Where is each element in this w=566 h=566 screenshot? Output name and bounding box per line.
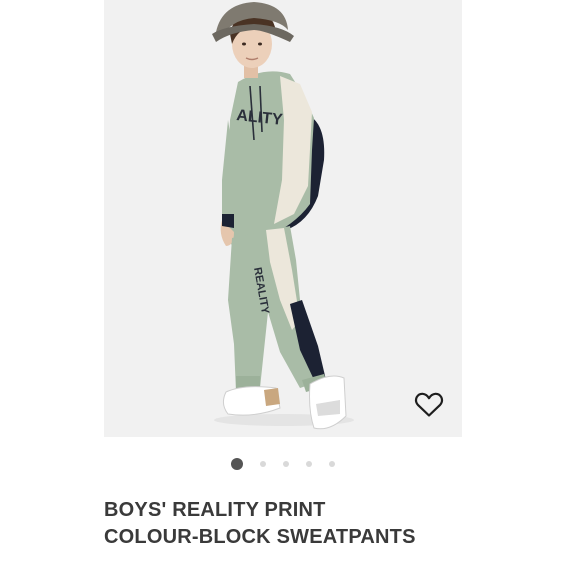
carousel-indicator	[0, 455, 566, 473]
wishlist-button[interactable]	[414, 392, 444, 418]
product-page: ALITY REALITY BOYS' REALITY PRINT COLOUR…	[0, 0, 566, 566]
carousel-dot-2[interactable]	[259, 461, 266, 467]
carousel-dot-5[interactable]	[328, 461, 335, 467]
carousel-dot-1[interactable]	[231, 458, 243, 470]
heart-outline-icon	[414, 392, 444, 417]
carousel-dot-3[interactable]	[282, 461, 289, 467]
product-title-line-1: BOYS' REALITY PRINT	[104, 499, 326, 521]
carousel-dot-4[interactable]	[305, 461, 312, 467]
product-photo: ALITY REALITY	[104, 0, 462, 437]
product-title-line-2: COLOUR-BLOCK SWEATPANTS	[104, 526, 416, 548]
product-image[interactable]: ALITY REALITY	[104, 0, 462, 437]
product-title: BOYS' REALITY PRINT COLOUR-BLOCK SWEATPA…	[104, 497, 544, 551]
